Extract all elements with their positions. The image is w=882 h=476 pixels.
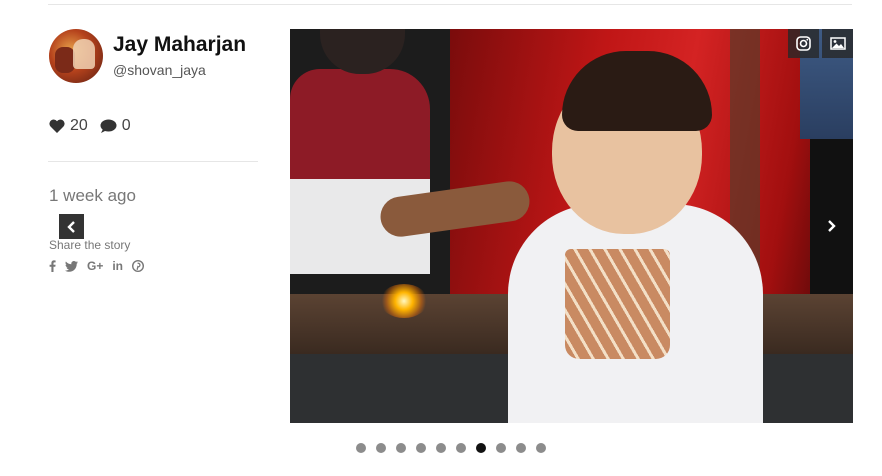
post-stats: 20 0 xyxy=(49,117,143,135)
likes-count: 20 xyxy=(70,117,88,134)
section-divider xyxy=(48,161,258,162)
post-photo[interactable] xyxy=(290,29,853,423)
carousel-dot[interactable] xyxy=(536,443,546,453)
carousel-dots xyxy=(356,443,546,453)
avatar[interactable] xyxy=(49,29,103,83)
share-title: Share the story xyxy=(49,238,131,252)
carousel-dot[interactable] xyxy=(396,443,406,453)
carousel-dot[interactable] xyxy=(376,443,386,453)
user-name[interactable]: Jay Maharjan xyxy=(113,33,246,57)
facebook-icon[interactable] xyxy=(49,260,56,272)
carousel-dot[interactable] xyxy=(356,443,366,453)
post-time: 1 week ago xyxy=(49,186,136,205)
carousel-dot[interactable] xyxy=(416,443,426,453)
google-plus-icon[interactable]: G+ xyxy=(87,259,103,273)
image-view-button[interactable] xyxy=(822,29,853,58)
chevron-right-icon xyxy=(827,219,836,232)
comment-icon xyxy=(100,119,117,133)
instagram-icon xyxy=(796,36,811,51)
next-button[interactable] xyxy=(818,213,843,238)
carousel-dot[interactable] xyxy=(516,443,526,453)
chevron-left-icon xyxy=(66,220,75,233)
carousel-dot[interactable] xyxy=(456,443,466,453)
previous-button[interactable] xyxy=(59,214,84,239)
share-icons: G+ in xyxy=(49,259,145,273)
comments-stat[interactable]: 0 xyxy=(100,117,131,135)
top-divider xyxy=(48,4,852,5)
twitter-icon[interactable] xyxy=(65,260,78,272)
instagram-button[interactable] xyxy=(788,29,819,58)
user-handle[interactable]: @shovan_jaya xyxy=(113,62,206,78)
carousel-dot[interactable] xyxy=(476,443,486,453)
carousel-dot[interactable] xyxy=(436,443,446,453)
carousel-dot[interactable] xyxy=(496,443,506,453)
linkedin-icon[interactable]: in xyxy=(112,259,123,273)
image-icon xyxy=(829,37,846,50)
heart-icon xyxy=(49,119,65,133)
comments-count: 0 xyxy=(121,117,131,134)
likes-stat[interactable]: 20 xyxy=(49,117,88,135)
pinterest-icon[interactable] xyxy=(132,260,145,272)
